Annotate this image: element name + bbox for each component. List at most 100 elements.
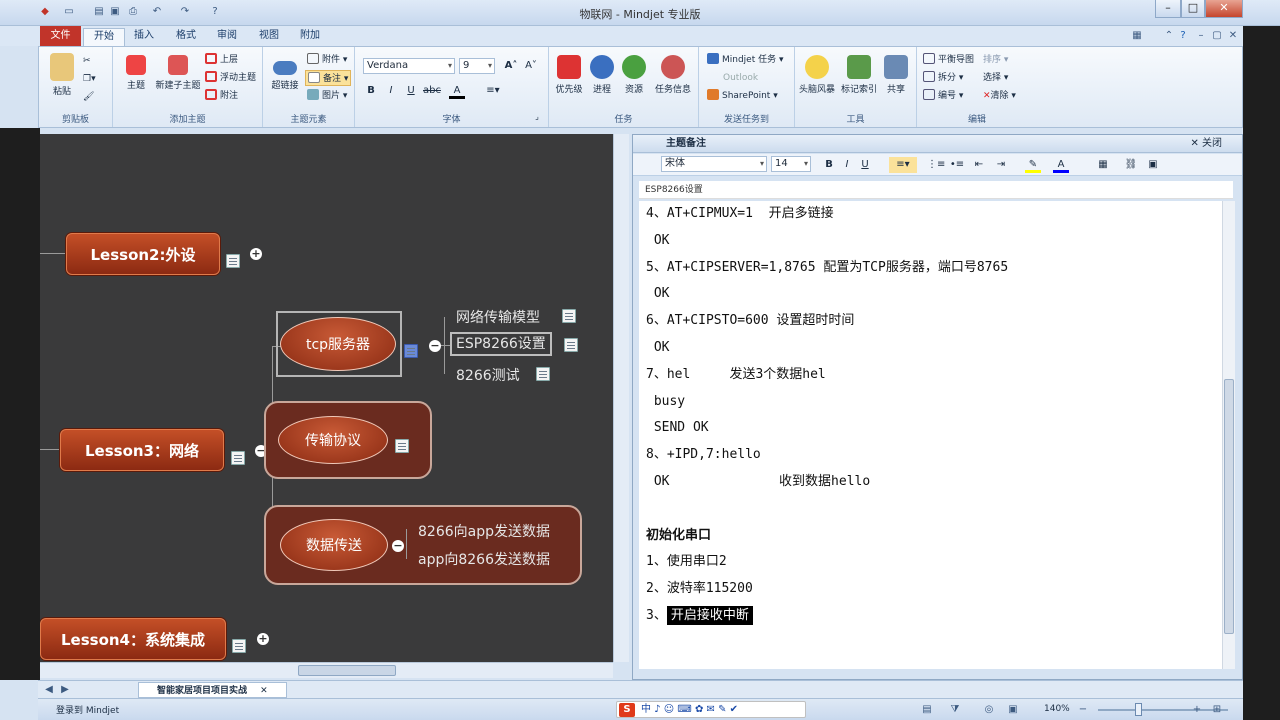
note-icon[interactable] (226, 254, 240, 268)
notes-bold-icon[interactable]: B (821, 157, 837, 173)
bullet-list-icon[interactable]: •≡ (949, 157, 965, 173)
clear-button[interactable]: ✕清除 ▾ (983, 88, 1016, 104)
expand-toggle[interactable]: + (250, 248, 262, 260)
note-icon-selected[interactable] (404, 344, 418, 358)
tab-home[interactable]: 开始 (83, 28, 125, 46)
doc-close-icon[interactable]: ✕ (1226, 29, 1240, 43)
underline-icon[interactable]: U (403, 83, 419, 99)
expand-toggle[interactable]: + (257, 633, 269, 645)
filter-icon[interactable]: ⧩ (948, 703, 962, 717)
hyperlink-button[interactable]: 超链接 (267, 55, 303, 91)
align-icon[interactable]: ≡▾ (485, 83, 501, 99)
floating-topic-button[interactable]: 浮动主题 (205, 70, 256, 86)
note-icon[interactable] (395, 439, 409, 453)
notes-editor[interactable]: 4、AT+CIPMUX=1 开启多链接 OK 5、AT+CIPSERVER=1,… (639, 201, 1222, 669)
tab-view[interactable]: 视图 (249, 28, 289, 46)
view-mode-icon[interactable]: ▣ (1006, 703, 1020, 717)
topic-lesson2[interactable]: Lesson2:外设 (66, 233, 220, 275)
subtopic-network-model[interactable]: 网络传输模型 (456, 307, 540, 327)
notes-scroll-thumb[interactable] (1224, 379, 1234, 634)
scroll-thumb[interactable] (298, 665, 396, 676)
subtopic-esp8266-settings[interactable]: ESP8266设置 (450, 332, 552, 356)
tab-next-icon[interactable]: ▶ (58, 683, 72, 697)
topic-lesson3[interactable]: Lesson3：网络 (60, 429, 224, 471)
image-button[interactable]: 图片 ▾ (307, 88, 347, 104)
balance-map-button[interactable]: 平衡导图 (923, 52, 974, 68)
note-icon[interactable] (231, 451, 245, 465)
layout-icon[interactable]: ▦ (1130, 29, 1144, 43)
tab-close-icon[interactable]: ✕ (260, 686, 268, 696)
new-subtopic-button[interactable]: 新建子主题 (153, 55, 203, 91)
tab-review[interactable]: 审阅 (207, 28, 247, 46)
note-icon[interactable] (536, 367, 550, 381)
zoom-in-icon[interactable]: + (1190, 703, 1204, 717)
sort-button[interactable]: 排序 ▾ (983, 52, 1008, 68)
numbering-button[interactable]: 编号 ▾ (923, 88, 963, 104)
bold-icon[interactable]: B (363, 83, 379, 99)
split-button[interactable]: 拆分 ▾ (923, 70, 963, 86)
notes-italic-icon[interactable]: I (839, 157, 855, 173)
tab-addins[interactable]: 附加 (290, 28, 330, 46)
share-button[interactable]: 共享 (881, 55, 911, 95)
resource-button[interactable]: 资源 (619, 55, 649, 95)
notes-size-select[interactable]: 14 (771, 156, 811, 172)
above-topic-button[interactable]: 上层 (205, 52, 238, 68)
shrink-font-icon[interactable]: A˅ (523, 58, 539, 74)
document-tab[interactable]: 智能家居项目项目实战 ✕ (138, 682, 287, 698)
zoom-slider-thumb[interactable] (1135, 703, 1142, 716)
notes-vertical-scrollbar[interactable] (1222, 201, 1235, 669)
collapse-toggle[interactable]: − (429, 340, 441, 352)
mindjet-task-button[interactable]: Mindjet 任务 ▾ (707, 52, 784, 68)
selected-text[interactable]: 开启接收中断 (666, 605, 753, 625)
login-button[interactable]: 登录到 Mindjet (56, 703, 119, 716)
copy-icon[interactable]: ❐▾ (83, 71, 96, 87)
tab-prev-icon[interactable]: ◀ (42, 683, 56, 697)
indent-icon[interactable]: ⇥ (993, 157, 1009, 173)
topic-lesson4[interactable]: Lesson4：系统集成 (40, 618, 226, 660)
map-horizontal-scrollbar[interactable] (40, 662, 613, 678)
outlook-button[interactable]: Outlook (723, 70, 758, 86)
attachment-button[interactable]: 附件 ▾ (307, 52, 347, 68)
sharepoint-button[interactable]: SharePoint ▾ (707, 88, 778, 104)
font-size-select[interactable]: 9 (459, 58, 495, 74)
map-vertical-scrollbar[interactable] (613, 134, 629, 662)
priority-button[interactable]: 优先级 (553, 55, 585, 95)
minimize-ribbon-icon[interactable]: ⌃ (1162, 29, 1176, 43)
progress-button[interactable]: 进程 (587, 55, 617, 95)
collapse-toggle[interactable]: − (392, 540, 404, 552)
link-icon[interactable]: ⛓ (1123, 157, 1139, 173)
zoom-fit-icon[interactable]: ◎ (982, 703, 996, 717)
subtopic-app-to-8266[interactable]: app向8266发送数据 (418, 549, 550, 569)
insert-image-icon[interactable]: ▣ (1145, 157, 1161, 173)
zoom-out-icon[interactable]: − (1076, 703, 1090, 717)
outdent-icon[interactable]: ⇤ (971, 157, 987, 173)
notes-font-color-icon[interactable]: A (1053, 157, 1069, 173)
paste-button[interactable]: 粘贴 (47, 53, 77, 97)
notes-underline-icon[interactable]: U (857, 157, 873, 173)
map-canvas[interactable]: Lesson2:外设 + tcp服务器 − 网络传输模型 ESP8266设置 8… (40, 134, 613, 662)
topic-button[interactable]: 主题 (119, 55, 153, 91)
subtopic-8266-test[interactable]: 8266测试 (456, 365, 520, 385)
note-icon[interactable] (232, 639, 246, 653)
map-view-icon[interactable]: ▤ (920, 703, 934, 717)
zoom-slider[interactable] (1098, 709, 1228, 711)
notes-button[interactable]: 备注 ▾ (305, 70, 352, 86)
ime-toolbar[interactable]: S 中 ♪ ☺ ⌨ ✿ ✉ ✎ ✔ (616, 701, 806, 718)
notes-font-select[interactable]: 宋体 (661, 156, 767, 172)
format-painter-icon[interactable]: 🖌 (83, 89, 94, 105)
task-info-button[interactable]: 任务信息 (651, 55, 695, 95)
doc-minimize-icon[interactable]: – (1194, 29, 1208, 43)
table-icon[interactable]: ▦ (1095, 157, 1111, 173)
topic-transport-protocol[interactable]: 传输协议 (278, 416, 388, 464)
italic-icon[interactable]: I (383, 83, 399, 99)
doc-restore-icon[interactable]: ▢ (1210, 29, 1224, 43)
close-button[interactable]: ✕ (1205, 0, 1243, 18)
tab-insert[interactable]: 插入 (124, 28, 164, 46)
topic-data-transfer[interactable]: 数据传送 (280, 519, 388, 571)
note-icon[interactable] (562, 309, 576, 323)
notes-close-button[interactable]: ✕ 关闭 (1190, 135, 1222, 153)
help-circle-icon[interactable]: ? (1176, 29, 1190, 43)
topic-tcp-server[interactable]: tcp服务器 (280, 317, 396, 371)
font-color-icon[interactable]: A (449, 83, 465, 99)
notes-align-icon[interactable]: ≡▾ (889, 157, 917, 173)
